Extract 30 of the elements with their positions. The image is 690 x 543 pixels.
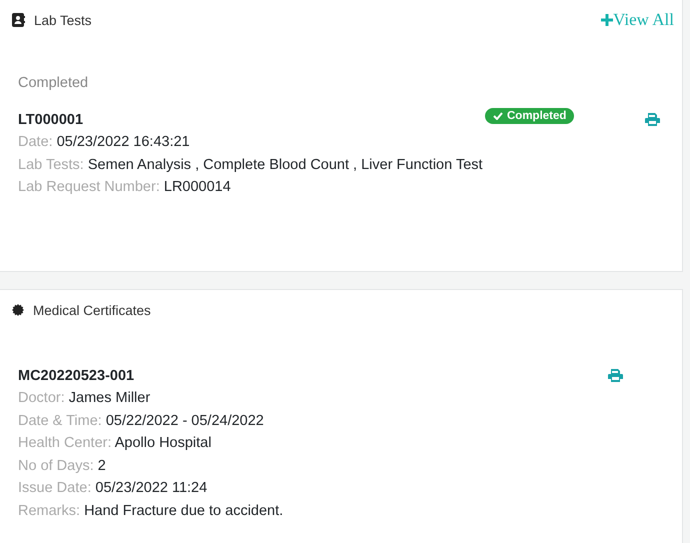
field-value: 05/22/2022 - 05/24/2022: [106, 412, 264, 428]
record-id: MC20220523-001: [18, 367, 136, 386]
field-value: 05/23/2022 11:24: [95, 480, 208, 496]
record-id: LT000001: [18, 111, 84, 130]
section-title: Lab Tests: [34, 12, 92, 28]
contact-book-icon: [12, 13, 25, 27]
field-label: Date:: [18, 134, 53, 150]
field-value: Semen Analysis , Complete Blood Count , Liver Function Test: [88, 156, 483, 172]
field-label: Lab Request Number:: [18, 179, 160, 195]
field-label: Lab Tests:: [18, 156, 84, 172]
plus-icon: [601, 14, 614, 26]
print-icon[interactable]: [645, 113, 660, 126]
section-label: Completed: [18, 75, 90, 91]
field-label: No of Days:: [18, 458, 94, 474]
field-label: Issue Date:: [18, 480, 92, 496]
field-label: Date & Time:: [18, 412, 102, 428]
status-badge: Completed: [485, 108, 574, 124]
field-value: Hand Fracture due to accident.: [84, 502, 284, 518]
field-label: Health Center:: [18, 435, 112, 451]
view-all-link[interactable]: View All: [601, 10, 674, 30]
field-value: 2: [98, 458, 106, 474]
section-title: Medical Certificates: [33, 302, 151, 318]
print-icon[interactable]: [608, 369, 623, 382]
field-label: Remarks:: [18, 502, 80, 518]
field-value: LR000014: [164, 179, 231, 195]
field-value: James Miller: [68, 390, 150, 406]
field-value: Apollo Hospital: [114, 435, 212, 451]
field-value: 05/23/2022 16:43:21: [56, 134, 190, 150]
badge-seal-icon: [12, 304, 24, 316]
field-label: Doctor:: [18, 390, 65, 406]
